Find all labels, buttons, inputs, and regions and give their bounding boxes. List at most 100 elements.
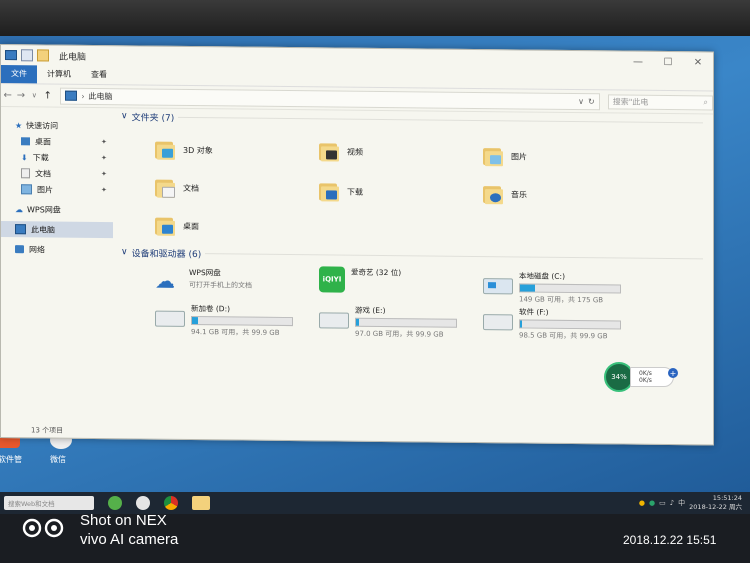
plus-icon[interactable]: + [668, 368, 678, 378]
watermark-datetime: 2018.12.22 15:51 [623, 533, 717, 547]
taskbar-app-icon[interactable] [108, 496, 122, 510]
window-controls: — ☐ ✕ [623, 56, 713, 68]
picture-icon [21, 184, 32, 195]
address-actions: ∨ ↻ [578, 97, 599, 106]
forward-button[interactable]: → [14, 90, 27, 101]
drive-item[interactable]: 本地磁盘 (C:) 149 GB 可用，共 175 GB [483, 270, 621, 305]
folder-label: 3D 对象 [183, 145, 213, 155]
sidebar-item-label: 下载 [32, 152, 49, 163]
search-input[interactable]: 搜索"此电 ⌕ [607, 93, 713, 110]
tab-computer[interactable]: 计算机 [37, 65, 81, 83]
sidebar-item-downloads[interactable]: ⬇ 下载 ✦ [1, 149, 113, 166]
folder-item[interactable]: 音乐 [483, 183, 527, 205]
file-explorer-icon[interactable] [192, 496, 210, 510]
input-method-icon[interactable]: 中 [678, 498, 685, 508]
sidebar-item-quick-access[interactable]: ★ 快速访问 [1, 117, 113, 134]
system-tray: ● ● ▭ ♪ 中 15:51:24 2018-12-22 周六 [639, 494, 750, 512]
drive-label: 新加卷 (D:) [191, 304, 231, 314]
up-button[interactable]: ↑ [41, 90, 54, 101]
tray-app-icon[interactable]: ● [649, 499, 655, 507]
sidebar-item-label: 此电脑 [31, 224, 55, 235]
photo-bezel [0, 0, 750, 36]
clock[interactable]: 15:51:24 2018-12-22 周六 [689, 494, 742, 512]
sidebar-item-wps-cloud[interactable]: ☁ WPS网盘 [1, 201, 113, 218]
maximize-button[interactable]: ☐ [653, 56, 683, 67]
close-button[interactable]: ✕ [683, 57, 713, 68]
drive-item[interactable]: 游戏 (E:) 97.0 GB 可用，共 99.9 GB [319, 304, 457, 339]
folders-grid: 3D 对象 视频 图片 文档 下载 音乐 桌面 [121, 124, 713, 250]
drive-item[interactable]: ☁ WPS网盘 可打开手机上的文档 [155, 267, 252, 293]
folder-label: 视频 [347, 147, 363, 157]
pin-icon[interactable]: ✦ [101, 186, 107, 194]
window-title: 此电脑 [59, 52, 87, 63]
watermark-line-2: vivo AI camera [80, 531, 179, 548]
drive-item[interactable]: 软件 (F:) 98.5 GB 可用，共 99.9 GB [483, 306, 621, 341]
drive-label: 本地磁盘 (C:) [519, 271, 565, 281]
folder-label: 文档 [183, 183, 199, 193]
cloud-icon: ☁ [15, 204, 23, 214]
folder-item[interactable]: 桌面 [155, 215, 199, 237]
drives-grid: ☁ WPS网盘 可打开手机上的文档 iQIYI 爱奇艺 (32 位) 本地磁盘 [121, 264, 713, 370]
divider [178, 116, 703, 123]
pin-icon[interactable]: ✦ [101, 138, 107, 146]
drive-usage-bar [355, 317, 457, 328]
drives-title: 设备和驱动器 (6) [131, 248, 202, 260]
folder-item[interactable]: 视频 [319, 140, 363, 162]
downloads-folder-icon [319, 180, 341, 202]
drive-subtitle: 97.0 GB 可用，共 99.9 GB [355, 329, 444, 339]
pin-icon[interactable]: ✦ [101, 154, 107, 162]
computer-icon [5, 50, 17, 61]
chevron-down-icon[interactable]: ∨ [121, 247, 128, 257]
drive-usage-bar [519, 319, 621, 330]
breadcrumb[interactable]: 此电脑 [89, 90, 113, 101]
address-field[interactable]: › 此电脑 ∨ ↻ [60, 87, 600, 110]
folder-item[interactable]: 下载 [319, 180, 363, 202]
network-speed-widget[interactable]: 34% 0K/s 0K/s + [604, 362, 678, 392]
address-dropdown-button[interactable]: ∨ [578, 97, 584, 106]
desktop-folder-icon [155, 215, 177, 237]
search-icon[interactable]: ⌕ [703, 97, 707, 107]
drive-icon [319, 312, 349, 329]
new-folder-icon[interactable] [37, 49, 49, 62]
refresh-button[interactable]: ↻ [588, 97, 595, 106]
back-button[interactable]: ← [1, 90, 14, 101]
recent-dropdown-button[interactable]: ∨ [28, 91, 41, 99]
videos-folder-icon [319, 140, 341, 162]
sidebar-item-documents[interactable]: 文档 ✦ [1, 165, 113, 182]
drive-usage-bar [191, 316, 293, 327]
taskbar-search-input[interactable]: 搜索Web和文档 [4, 496, 94, 510]
network-icon[interactable]: ▭ [659, 499, 666, 507]
drive-label: WPS网盘 [189, 267, 221, 278]
tab-file[interactable]: 文件 [1, 65, 37, 84]
music-folder-icon [483, 183, 505, 205]
folder-item[interactable]: 3D 对象 [155, 139, 213, 162]
drive-item[interactable]: 新加卷 (D:) 94.1 GB 可用，共 99.9 GB [155, 303, 293, 338]
chevron-down-icon[interactable]: ∨ [121, 111, 128, 121]
documents-folder-icon [155, 177, 177, 199]
volume-icon[interactable]: ♪ [670, 499, 674, 507]
tab-view[interactable]: 查看 [81, 66, 117, 84]
folder-label: 桌面 [183, 221, 199, 231]
watermark-line-1: Shot on NEX [80, 512, 167, 529]
properties-icon[interactable] [21, 49, 33, 62]
drive-item[interactable]: iQIYI 爱奇艺 (32 位) [319, 266, 401, 293]
sidebar-item-this-pc[interactable]: 此电脑 [1, 221, 113, 239]
3d-objects-folder-icon [155, 139, 177, 161]
computer-icon [15, 224, 26, 235]
sidebar-item-desktop[interactable]: 桌面 ✦ [1, 133, 113, 150]
sidebar-item-network[interactable]: 网络 [1, 241, 113, 258]
folder-item[interactable]: 图片 [483, 145, 527, 167]
drive-label: 游戏 (E:) [355, 305, 386, 316]
chrome-icon[interactable] [164, 496, 178, 510]
navigation-pane: ★ 快速访问 桌面 ✦ ⬇ 下载 ✦ 文档 ✦ 图片 ✦ ☁ WPS网盘 此电脑… [1, 107, 113, 424]
sidebar-item-pictures[interactable]: 图片 ✦ [1, 181, 113, 198]
drive-label: 爱奇艺 (32 位) [351, 267, 402, 278]
sidebar-item-label: 图片 [37, 184, 53, 195]
path-chevron-icon: › [81, 91, 85, 101]
folder-item[interactable]: 文档 [155, 177, 199, 199]
tray-app-icon[interactable]: ● [639, 499, 645, 507]
wechat-icon[interactable] [136, 496, 150, 510]
pin-icon[interactable]: ✦ [101, 170, 107, 178]
sidebar-item-label: 文档 [35, 168, 51, 179]
minimize-button[interactable]: — [623, 56, 653, 67]
